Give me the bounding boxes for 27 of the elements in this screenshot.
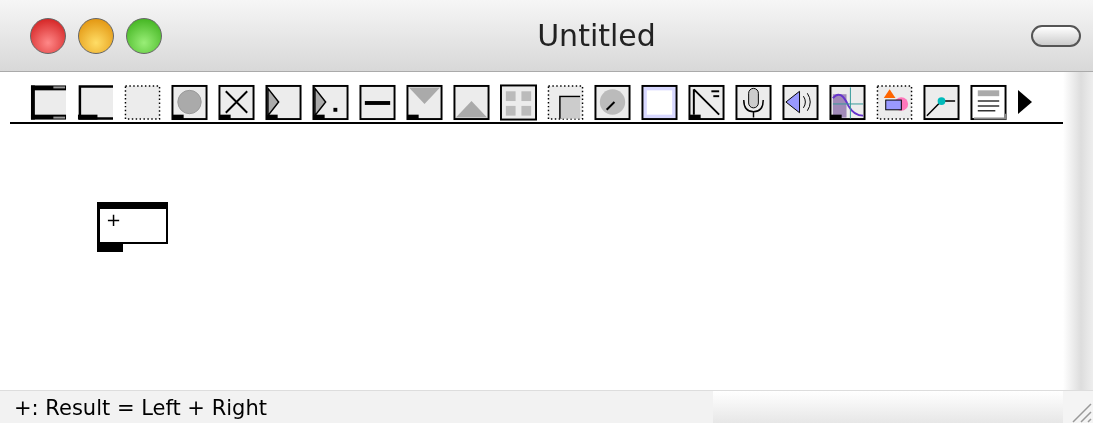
- document-icon[interactable]: [970, 83, 1007, 121]
- slider-icon[interactable]: [359, 83, 396, 121]
- status-text: +: Result = Left + Right: [0, 391, 713, 423]
- comment-box-icon[interactable]: [124, 83, 161, 121]
- filter-graph-icon[interactable]: [829, 83, 866, 121]
- close-button[interactable]: [30, 17, 66, 54]
- shapes-icon[interactable]: [876, 83, 913, 121]
- circle-button-icon[interactable]: [171, 83, 208, 121]
- float-box-icon[interactable]: [312, 83, 349, 121]
- microphone-icon[interactable]: [735, 83, 772, 121]
- zoom-button[interactable]: [126, 17, 162, 54]
- speaker-icon[interactable]: [782, 83, 819, 121]
- window-title: Untitled: [536, 18, 657, 53]
- blank-square-icon[interactable]: [641, 83, 678, 121]
- line-node-icon[interactable]: [923, 83, 960, 121]
- toolbar-toggle-button[interactable]: [1031, 24, 1081, 47]
- dial-icon[interactable]: [594, 83, 631, 121]
- minimize-button[interactable]: [78, 17, 114, 54]
- more-arrow-icon[interactable]: [1017, 89, 1033, 115]
- number-box-icon[interactable]: [265, 83, 302, 121]
- message-box-icon[interactable]: [77, 83, 114, 121]
- grid-icon[interactable]: [500, 83, 537, 121]
- toggle-icon[interactable]: [218, 83, 255, 121]
- object-box-icon[interactable]: [30, 83, 67, 121]
- scrollbar[interactable]: [1063, 72, 1093, 390]
- panel-icon[interactable]: [547, 83, 584, 121]
- resize-grip-icon[interactable]: [1063, 391, 1093, 423]
